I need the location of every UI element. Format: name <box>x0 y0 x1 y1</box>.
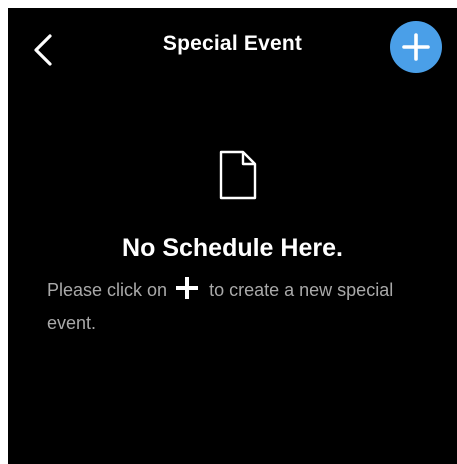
special-event-screen: Special Event No Schedule Here. Please c… <box>8 8 457 464</box>
plus-icon <box>390 21 442 73</box>
add-event-button[interactable] <box>390 21 442 73</box>
message-text-before: Please click on <box>47 280 168 300</box>
document-icon <box>218 149 258 201</box>
plus-icon <box>174 275 200 301</box>
empty-state-message: Please click on to create a new special … <box>47 274 442 340</box>
empty-state-title: No Schedule Here. <box>122 234 343 262</box>
